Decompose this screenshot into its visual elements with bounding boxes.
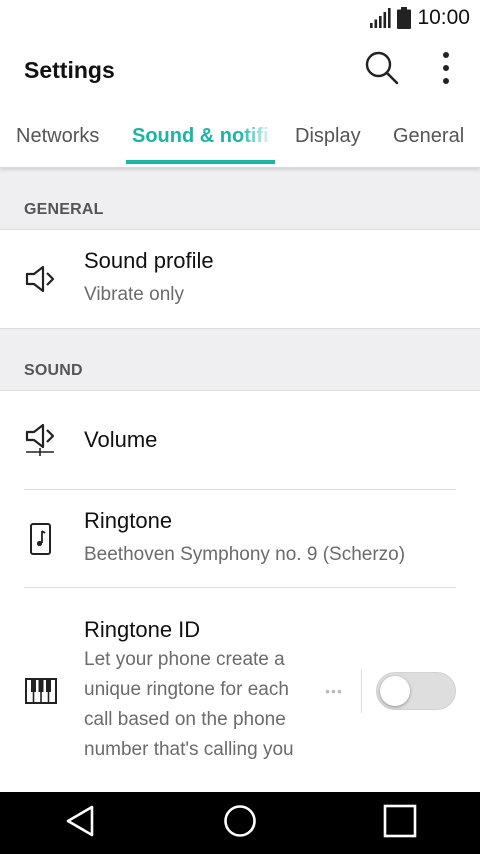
status-bar: 10:00 <box>0 0 480 36</box>
more-vert-icon <box>442 51 450 90</box>
home-icon <box>223 804 257 843</box>
settings-screen: 10:00 Settings Networks Sound & notifi D… <box>0 0 480 854</box>
section-header-sound: SOUND <box>0 329 480 391</box>
ringtone-id-summary: Let your phone create a unique ringtone … <box>84 648 294 760</box>
battery-icon <box>397 7 412 29</box>
section-header-general: GENERAL <box>0 168 480 230</box>
signal-icon <box>369 7 392 29</box>
ringtone-id-toggle[interactable] <box>376 671 456 710</box>
ringtone-id-item[interactable]: Ringtone ID Let your phone create a uniq… <box>0 588 480 792</box>
sound-profile-summary: Vibrate only <box>84 284 184 305</box>
settings-list[interactable]: GENERAL Sound profile Vibrate only SOUND <box>0 168 480 792</box>
navigation-bar <box>0 792 480 854</box>
tab-sound-notifications[interactable]: Sound & notifi <box>126 104 275 167</box>
vertical-divider <box>361 668 362 713</box>
volume-item[interactable]: Volume <box>0 391 480 489</box>
recents-icon <box>383 804 417 843</box>
tab-networks[interactable]: Networks <box>16 104 99 167</box>
piano-keys-icon <box>0 588 84 792</box>
sound-profile-item[interactable]: Sound profile Vibrate only <box>0 230 480 329</box>
back-icon <box>64 804 96 843</box>
more-horiz-icon: ••• <box>325 682 343 699</box>
ringtone-title: Ringtone <box>84 507 173 533</box>
ringtone-id-title: Ringtone ID <box>84 616 201 642</box>
tab-bar: Networks Sound & notifi Display General <box>0 104 480 168</box>
tab-general[interactable]: General <box>393 104 464 167</box>
tab-display[interactable]: Display <box>295 104 361 167</box>
more-options-button[interactable] <box>418 42 474 98</box>
sound-profile-title: Sound profile <box>84 248 214 273</box>
toggle-knob <box>380 675 410 706</box>
ringtone-id-controls: ••• <box>319 668 456 713</box>
search-button[interactable] <box>354 42 410 98</box>
ringtone-summary: Beethoven Symphony no. 9 (Scherzo) <box>84 543 406 565</box>
ringtone-item[interactable]: Ringtone Beethoven Symphony no. 9 (Scher… <box>0 490 480 587</box>
recents-button[interactable] <box>360 792 440 854</box>
page-title: Settings <box>24 56 115 83</box>
app-bar: Settings <box>0 36 480 104</box>
music-note-icon <box>0 490 84 587</box>
volume-icon <box>0 391 84 489</box>
back-button[interactable] <box>40 792 120 854</box>
tab-selected-indicator <box>126 160 275 164</box>
speaker-icon <box>0 230 84 328</box>
search-icon <box>364 50 400 91</box>
home-button[interactable] <box>200 792 280 854</box>
volume-title: Volume <box>84 427 158 452</box>
status-time: 10:00 <box>417 6 470 29</box>
tab-sound-notifications-label: Sound & notifi <box>132 125 269 147</box>
